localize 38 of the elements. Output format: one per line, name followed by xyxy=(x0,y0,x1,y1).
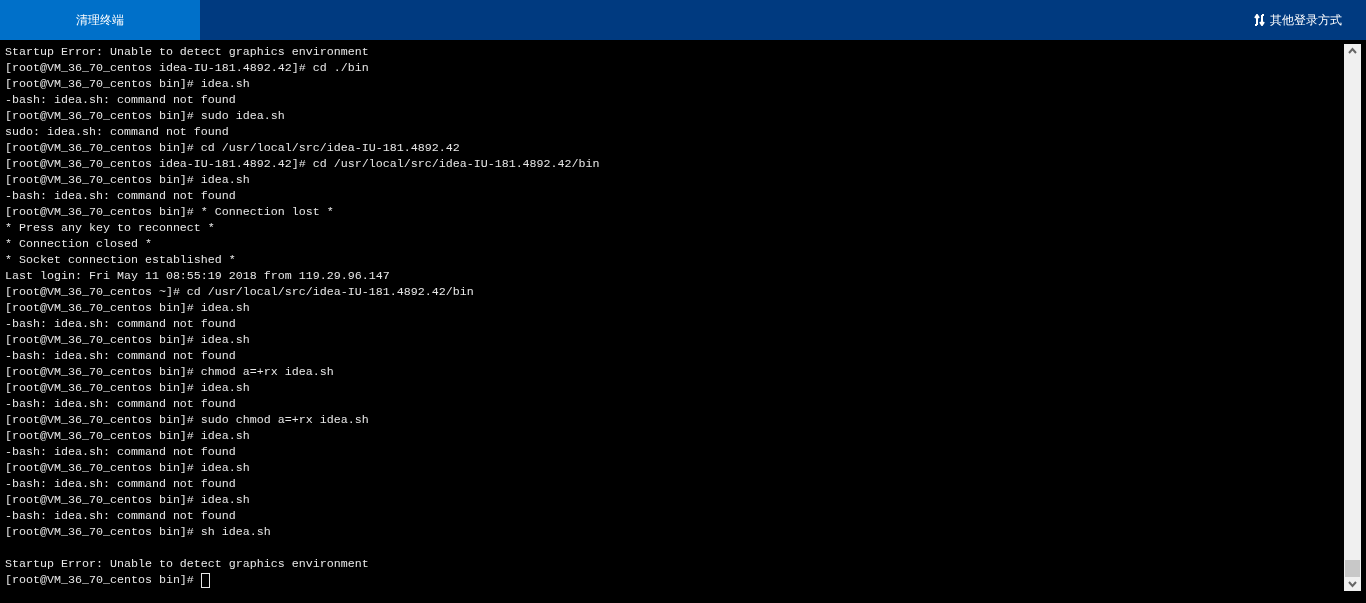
terminal-line: -bash: idea.sh: command not found xyxy=(5,508,236,524)
terminal-line: [root@VM_36_70_centos bin]# xyxy=(5,572,194,588)
terminal-line: -bash: idea.sh: command not found xyxy=(5,444,236,460)
terminal-line: [root@VM_36_70_centos bin]# chmod a=+rx idea.sh xyxy=(5,364,334,380)
terminal-line: [root@VM_36_70_centos bin]# idea.sh xyxy=(5,332,250,348)
clear-terminal-tab[interactable]: 清理终端 xyxy=(0,0,200,40)
swap-arrows-icon xyxy=(1254,14,1265,26)
terminal-line: Last login: Fri May 11 08:55:19 2018 from 119.29.96.147 xyxy=(5,268,390,284)
terminal-line: Startup Error: Unable to detect graphics environment xyxy=(5,556,369,572)
terminal-line: * Socket connection established * xyxy=(5,252,236,268)
terminal-line: -bash: idea.sh: command not found xyxy=(5,188,236,204)
terminal-line: [root@VM_36_70_centos idea-IU-181.4892.42]# cd /usr/local/src/idea-IU-181.4892.42/bin xyxy=(5,156,600,172)
scrollbar[interactable] xyxy=(1344,44,1361,591)
terminal-line: [root@VM_36_70_centos bin]# idea.sh xyxy=(5,428,250,444)
terminal-line: -bash: idea.sh: command not found xyxy=(5,396,236,412)
terminal-line: -bash: idea.sh: command not found xyxy=(5,476,236,492)
terminal-line: [root@VM_36_70_centos bin]# sudo chmod a=+rx idea.sh xyxy=(5,412,369,428)
alt-login-button[interactable]: 其他登录方式 xyxy=(1248,0,1366,40)
terminal-line: -bash: idea.sh: command not found xyxy=(5,316,236,332)
terminal-line: [root@VM_36_70_centos bin]# cd /usr/local/src/idea-IU-181.4892.42 xyxy=(5,140,460,156)
terminal-line: [root@VM_36_70_centos bin]# sudo idea.sh xyxy=(5,108,285,124)
terminal-line: -bash: idea.sh: command not found xyxy=(5,348,236,364)
terminal-line: [root@VM_36_70_centos bin]# idea.sh xyxy=(5,300,250,316)
terminal-line: sudo: idea.sh: command not found xyxy=(5,124,229,140)
terminal-line: [root@VM_36_70_centos bin]# idea.sh xyxy=(5,460,250,476)
terminal-line: [root@VM_36_70_centos idea-IU-181.4892.42]# cd ./bin xyxy=(5,60,369,76)
terminal-line: [root@VM_36_70_centos bin]# idea.sh xyxy=(5,492,250,508)
terminal-line: [root@VM_36_70_centos bin]# * Connection lost * xyxy=(5,204,334,220)
terminal-line: Startup Error: Unable to detect graphics environment xyxy=(5,44,369,60)
terminal-line: [root@VM_36_70_centos bin]# idea.sh xyxy=(5,172,250,188)
terminal-line: [root@VM_36_70_centos bin]# sh idea.sh xyxy=(5,524,271,540)
terminal-line: [root@VM_36_70_centos bin]# idea.sh xyxy=(5,76,250,92)
terminal-line: [root@VM_36_70_centos bin]# idea.sh xyxy=(5,380,250,396)
terminal-line: * Connection closed * xyxy=(5,236,152,252)
scrollbar-thumb[interactable] xyxy=(1345,560,1360,577)
terminal-line: * Press any key to reconnect * xyxy=(5,220,215,236)
terminal-line: [root@VM_36_70_centos ~]# cd /usr/local/src/idea-IU-181.4892.42/bin xyxy=(5,284,474,300)
terminal-line: -bash: idea.sh: command not found xyxy=(5,92,236,108)
